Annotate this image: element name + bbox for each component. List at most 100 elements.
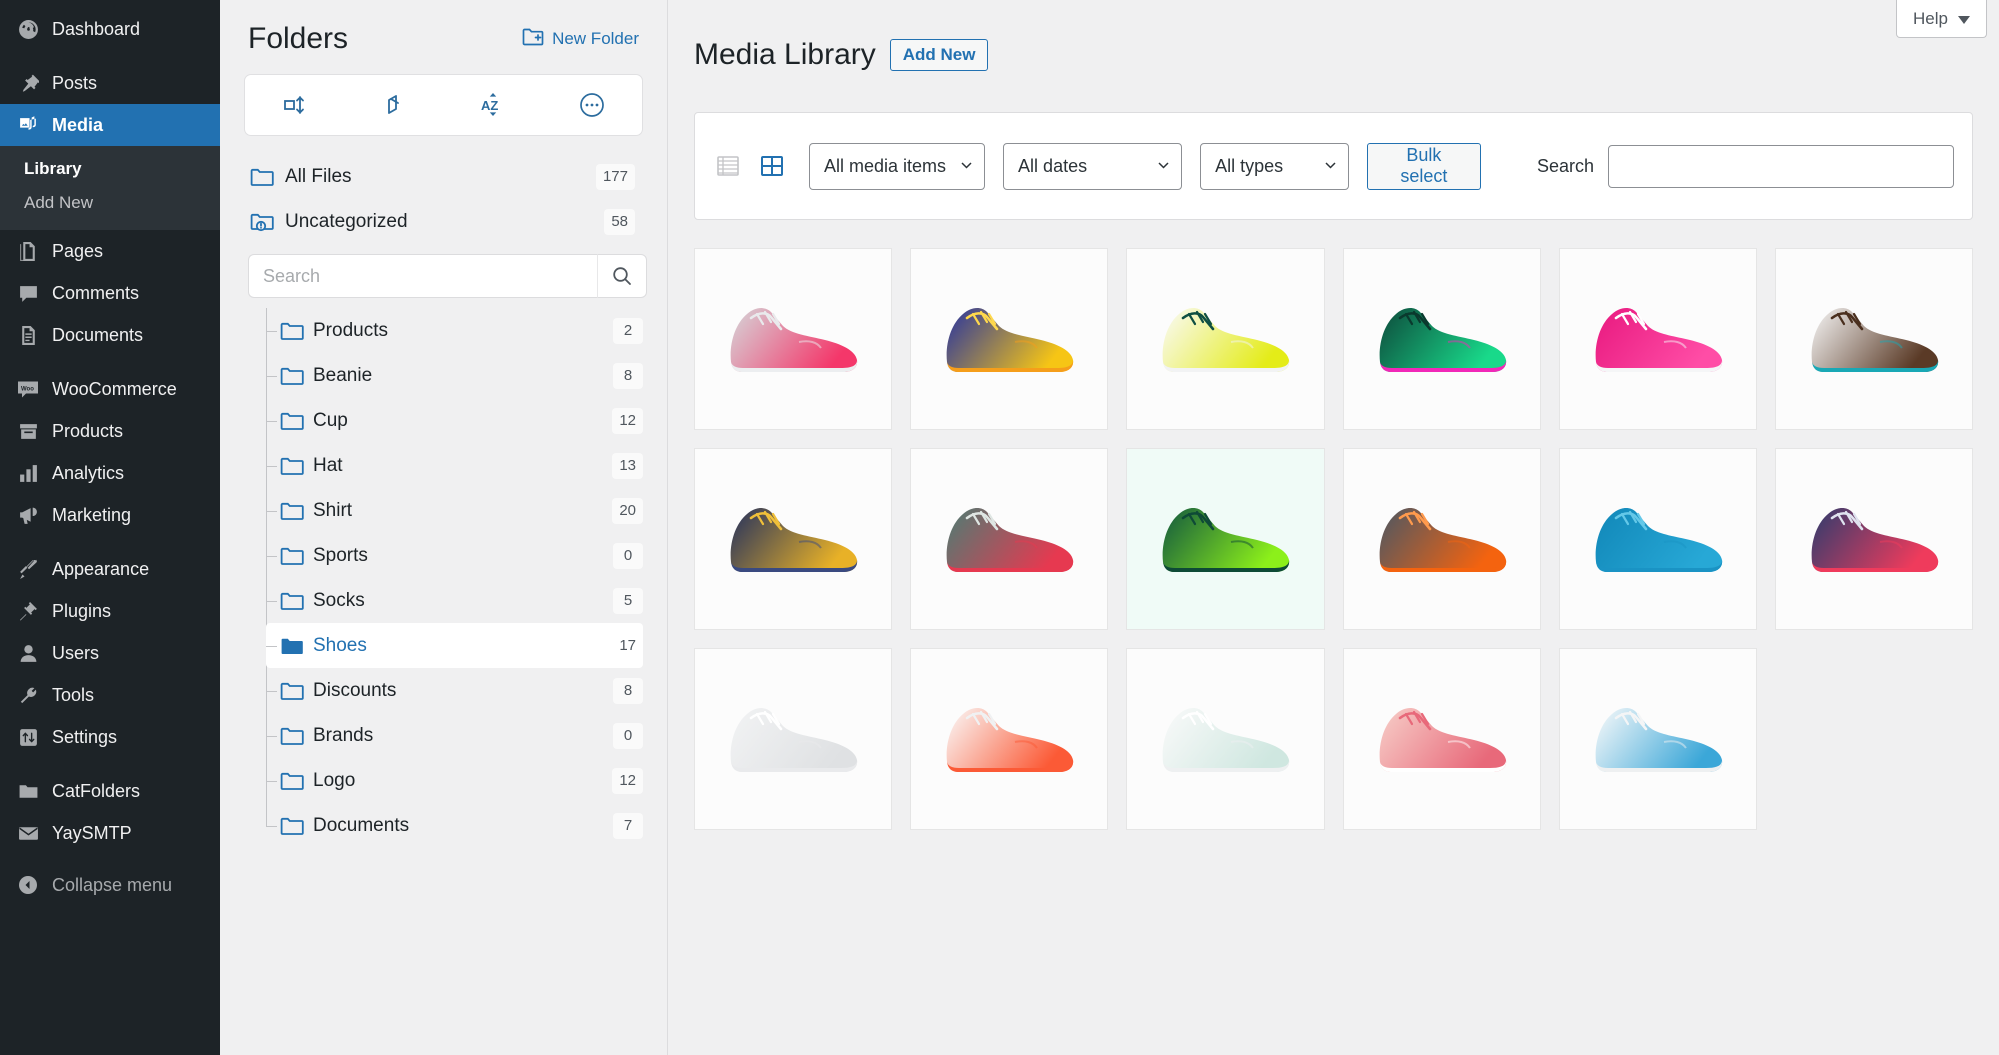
admin-sidebar: Dashboard Posts Media Library Add New Pages Co… <box>0 0 229 1055</box>
media-grid-item[interactable] <box>1774 248 1973 431</box>
folder-search-input[interactable] <box>248 254 597 298</box>
media-grid-item[interactable] <box>694 248 893 431</box>
media-grid-item[interactable] <box>1126 248 1325 431</box>
sidebar-item-products[interactable]: Products <box>0 410 220 452</box>
folder-icon <box>280 816 304 836</box>
folder-search-button[interactable] <box>597 254 647 298</box>
collapse-menu-button[interactable]: Collapse menu <box>0 864 220 906</box>
documents-icon <box>14 325 42 346</box>
folder-item-shirt[interactable]: Shirt 20 <box>266 488 643 533</box>
svg-text:AZ: AZ <box>481 98 498 113</box>
sidebar-menu: Dashboard Posts Media Library Add New Pages Co… <box>0 8 229 854</box>
sidebar-item-users[interactable]: Users <box>0 632 220 674</box>
brush-icon <box>14 559 42 580</box>
sidebar-item-marketing[interactable]: Marketing <box>0 494 220 536</box>
folder-item-discounts[interactable]: Discounts 8 <box>266 668 643 713</box>
shoe-image <box>1163 308 1290 373</box>
help-button[interactable]: Help <box>1896 0 1987 38</box>
folder-count: 5 <box>613 587 643 614</box>
sidebar-item-plugins[interactable]: Plugins <box>0 590 220 632</box>
bulk-select-button[interactable]: Bulk select <box>1366 142 1481 190</box>
list-view-icon[interactable] <box>713 151 743 181</box>
chevron-down-icon <box>1958 9 1970 29</box>
media-items-filter[interactable]: All media items <box>809 142 986 190</box>
folder-item-brands[interactable]: Brands 0 <box>266 713 643 758</box>
folder-item-beanie[interactable]: Beanie 8 <box>266 353 643 398</box>
shoe-image <box>1595 708 1722 773</box>
expand-collapse-icon[interactable] <box>370 84 418 126</box>
media-grid-item[interactable] <box>1126 448 1325 631</box>
sidebar-item-tools[interactable]: Tools <box>0 674 220 716</box>
media-grid-item[interactable] <box>1774 448 1973 631</box>
folder-label: Sports <box>313 544 368 566</box>
new-folder-button[interactable]: New Folder <box>522 27 639 51</box>
folder-item-shoes[interactable]: Shoes 17 <box>266 623 643 668</box>
folder-count: 8 <box>613 677 643 704</box>
toggle-panel-icon[interactable] <box>271 84 319 126</box>
sidebar-item-label: CatFolders <box>52 780 141 801</box>
woo-icon: Woo <box>14 379 42 400</box>
sidebar-item-appearance[interactable]: Appearance <box>0 548 220 590</box>
add-new-button[interactable]: Add New <box>889 39 989 72</box>
media-icon <box>14 115 42 136</box>
folder-count: 7 <box>613 812 643 839</box>
folder-item-products[interactable]: Products 2 <box>266 308 643 353</box>
sidebar-item-yaysmtp[interactable]: YaySMTP <box>0 812 220 854</box>
media-grid-item[interactable] <box>910 448 1109 631</box>
folder-item-cup[interactable]: Cup 12 <box>266 398 643 443</box>
folder-item-documents[interactable]: Documents 7 <box>266 803 643 848</box>
grid-view-icon[interactable] <box>757 151 787 181</box>
folder-icon <box>280 411 304 431</box>
media-grid-item[interactable] <box>910 248 1109 431</box>
folder-item-socks[interactable]: Socks 5 <box>266 578 643 623</box>
envelope-icon <box>14 823 42 844</box>
media-grid-item[interactable] <box>694 448 893 631</box>
folder-label: Uncategorized <box>285 210 408 232</box>
more-options-icon[interactable] <box>568 84 616 126</box>
folder-icon <box>280 681 304 701</box>
search-input[interactable] <box>1607 144 1954 188</box>
media-grid-item[interactable] <box>1342 648 1541 831</box>
media-grid-item[interactable] <box>694 648 893 831</box>
sidebar-item-comments[interactable]: Comments <box>0 272 220 314</box>
media-grid-item[interactable] <box>1558 248 1757 431</box>
media-grid-item[interactable] <box>1126 648 1325 831</box>
folder-label: Shoes <box>313 634 367 656</box>
folder-root-uncategorized[interactable]: Uncategorized 58 <box>244 199 643 244</box>
media-grid-item[interactable] <box>1558 448 1757 631</box>
folder-icon <box>280 366 304 386</box>
media-grid-item[interactable] <box>1558 648 1757 831</box>
folder-label: Socks <box>313 589 365 611</box>
folders-panel-header: Folders New Folder <box>244 0 643 74</box>
folder-item-hat[interactable]: Hat 13 <box>266 443 643 488</box>
folder-item-logo[interactable]: Logo 12 <box>266 758 643 803</box>
sidebar-item-label: Appearance <box>52 558 150 579</box>
sidebar-item-documents[interactable]: Documents <box>0 314 220 356</box>
sidebar-item-dashboard[interactable]: Dashboard <box>0 8 220 50</box>
submenu-item-library[interactable]: Library <box>0 152 220 186</box>
folder-label: Brands <box>313 724 374 746</box>
type-filter[interactable]: All types <box>1200 142 1349 190</box>
media-grid-item[interactable] <box>1342 448 1541 631</box>
media-grid-item[interactable] <box>910 648 1109 831</box>
sidebar-item-pages[interactable]: Pages <box>0 230 220 272</box>
shoe-image <box>1811 508 1939 573</box>
chevron-down-icon <box>1325 162 1336 169</box>
sidebar-item-catfolders[interactable]: CatFolders <box>0 770 220 812</box>
sidebar-item-label: Users <box>52 642 100 663</box>
page-title: Media Library <box>694 38 876 72</box>
folder-item-sports[interactable]: Sports 0 <box>266 533 643 578</box>
sidebar-item-settings[interactable]: Settings <box>0 716 220 758</box>
sidebar-item-posts[interactable]: Posts <box>0 62 220 104</box>
date-filter[interactable]: All dates <box>1003 142 1183 190</box>
sidebar-item-media[interactable]: Media <box>0 104 229 146</box>
submenu-item-add-new[interactable]: Add New <box>0 186 220 220</box>
sidebar-item-label: Plugins <box>52 600 112 621</box>
sidebar-item-woocommerce[interactable]: Woo WooCommerce <box>0 368 220 410</box>
media-grid <box>694 248 1973 831</box>
new-folder-label: New Folder <box>552 29 639 48</box>
sort-az-icon[interactable]: AZ <box>469 84 517 126</box>
sidebar-item-analytics[interactable]: Analytics <box>0 452 220 494</box>
folder-root-all-files[interactable]: All Files 177 <box>244 154 643 199</box>
media-grid-item[interactable] <box>1342 248 1541 431</box>
